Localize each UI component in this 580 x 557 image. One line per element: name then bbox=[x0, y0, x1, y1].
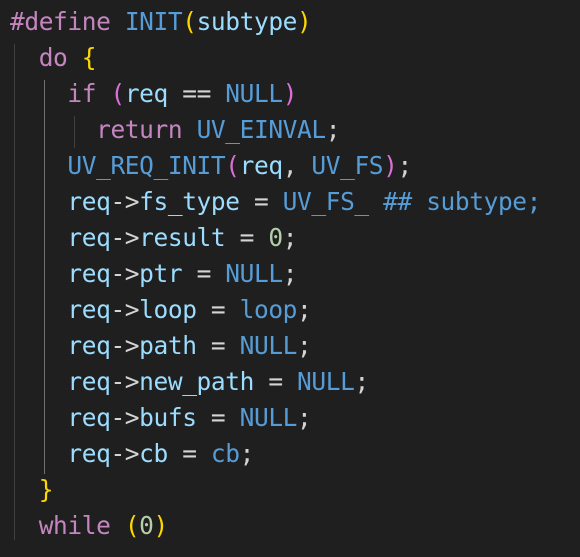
code-token: cb bbox=[139, 439, 168, 468]
code-token: = bbox=[225, 223, 269, 252]
code-token: #define bbox=[10, 7, 111, 36]
code-token: req bbox=[10, 403, 111, 432]
code-token: req bbox=[10, 367, 111, 396]
code-line[interactable]: return UV_EINVAL; bbox=[10, 112, 340, 148]
code-token: ) bbox=[297, 7, 312, 36]
code-token: ; bbox=[526, 187, 542, 216]
code-token: = bbox=[253, 367, 298, 396]
code-token: NULL bbox=[297, 367, 355, 396]
code-token: req bbox=[10, 223, 111, 252]
code-token: new_path bbox=[139, 367, 254, 396]
code-token: subtype bbox=[196, 7, 298, 36]
code-token: = bbox=[182, 259, 226, 288]
code-line[interactable]: req->result = 0; bbox=[10, 220, 297, 256]
code-token: 0 bbox=[268, 223, 283, 252]
code-line[interactable]: UV_REQ_INIT(req, UV_FS); bbox=[10, 148, 412, 184]
code-line[interactable]: while (0) bbox=[10, 508, 169, 544]
code-token: req bbox=[10, 259, 111, 288]
code-token: INIT bbox=[124, 7, 183, 36]
code-token: UV_FS bbox=[311, 151, 384, 180]
code-token: do bbox=[10, 43, 82, 72]
code-token: req bbox=[239, 151, 283, 180]
code-line[interactable]: req->path = NULL; bbox=[10, 328, 311, 364]
code-token: ) bbox=[383, 151, 398, 180]
code-token: -> bbox=[110, 259, 140, 288]
code-token: ; bbox=[325, 115, 341, 144]
code-token: result bbox=[139, 223, 226, 252]
code-token: ; bbox=[354, 367, 369, 396]
code-token: bufs bbox=[139, 403, 197, 432]
code-token: req bbox=[10, 187, 111, 216]
code-token: ; bbox=[297, 331, 312, 360]
code-token: 0 bbox=[139, 511, 154, 540]
code-token: return bbox=[10, 115, 197, 144]
code-token: subtype bbox=[426, 187, 527, 216]
code-token: -> bbox=[110, 187, 140, 216]
code-token: if bbox=[10, 79, 111, 108]
code-token: NULL bbox=[239, 331, 298, 360]
code-line[interactable]: req->cb = cb; bbox=[10, 436, 254, 472]
code-token: -> bbox=[110, 403, 140, 432]
code-token: ptr bbox=[139, 259, 183, 288]
code-token: NULL bbox=[225, 259, 283, 288]
code-editor[interactable]: #define INIT(subtype) do { if (req == NU… bbox=[0, 0, 580, 557]
code-token: fs_type bbox=[139, 187, 240, 216]
code-token: == bbox=[167, 79, 226, 108]
code-token: ## bbox=[368, 187, 427, 216]
code-token: ) bbox=[153, 511, 169, 540]
code-token: UV_REQ_INIT bbox=[67, 151, 226, 180]
code-token: req bbox=[124, 79, 168, 108]
code-token: ; bbox=[297, 403, 312, 432]
code-token: UV_EINVAL bbox=[196, 115, 327, 144]
code-token: ( bbox=[225, 151, 240, 180]
code-token: ; bbox=[239, 439, 255, 468]
code-token: -> bbox=[110, 367, 140, 396]
code-token: NULL bbox=[225, 79, 283, 108]
code-token: = bbox=[167, 439, 211, 468]
code-line[interactable]: req->bufs = NULL; bbox=[10, 400, 311, 436]
code-line[interactable]: } bbox=[10, 472, 54, 508]
code-line[interactable]: do { bbox=[10, 40, 97, 76]
code-token: path bbox=[139, 331, 197, 360]
code-token: = bbox=[239, 187, 283, 216]
code-token: NULL bbox=[239, 403, 298, 432]
code-token: ) bbox=[282, 79, 298, 108]
code-token: loop bbox=[139, 295, 197, 324]
code-token: ; bbox=[397, 151, 413, 180]
code-token: ; bbox=[297, 295, 312, 324]
code-line[interactable]: if (req == NULL) bbox=[10, 76, 297, 112]
code-token: loop bbox=[239, 295, 298, 324]
code-token: -> bbox=[110, 331, 140, 360]
code-token: = bbox=[196, 331, 240, 360]
code-token: ; bbox=[282, 223, 298, 252]
code-line[interactable]: #define INIT(subtype) bbox=[10, 4, 312, 40]
code-token: ( bbox=[124, 511, 140, 540]
code-token: ( bbox=[182, 7, 197, 36]
code-token: { bbox=[81, 43, 97, 72]
code-token: , bbox=[282, 151, 312, 180]
code-token: -> bbox=[110, 439, 140, 468]
code-token: } bbox=[38, 475, 54, 504]
code-token: req bbox=[10, 295, 111, 324]
code-line[interactable]: req->fs_type = UV_FS_ ## subtype; bbox=[10, 184, 541, 220]
code-token: cb bbox=[210, 439, 240, 468]
code-line[interactable]: req->loop = loop; bbox=[10, 292, 311, 328]
code-token: ; bbox=[282, 259, 298, 288]
code-line[interactable]: req->ptr = NULL; bbox=[10, 256, 297, 292]
code-token: req bbox=[10, 331, 111, 360]
code-token: -> bbox=[110, 295, 140, 324]
code-token: req bbox=[10, 439, 111, 468]
code-token: ( bbox=[110, 79, 125, 108]
code-token: while bbox=[10, 511, 125, 540]
code-token: -> bbox=[110, 223, 140, 252]
code-token: UV_FS_ bbox=[282, 187, 370, 216]
code-token: = bbox=[196, 295, 240, 324]
code-line[interactable]: req->new_path = NULL; bbox=[10, 364, 369, 400]
code-token: = bbox=[196, 403, 240, 432]
